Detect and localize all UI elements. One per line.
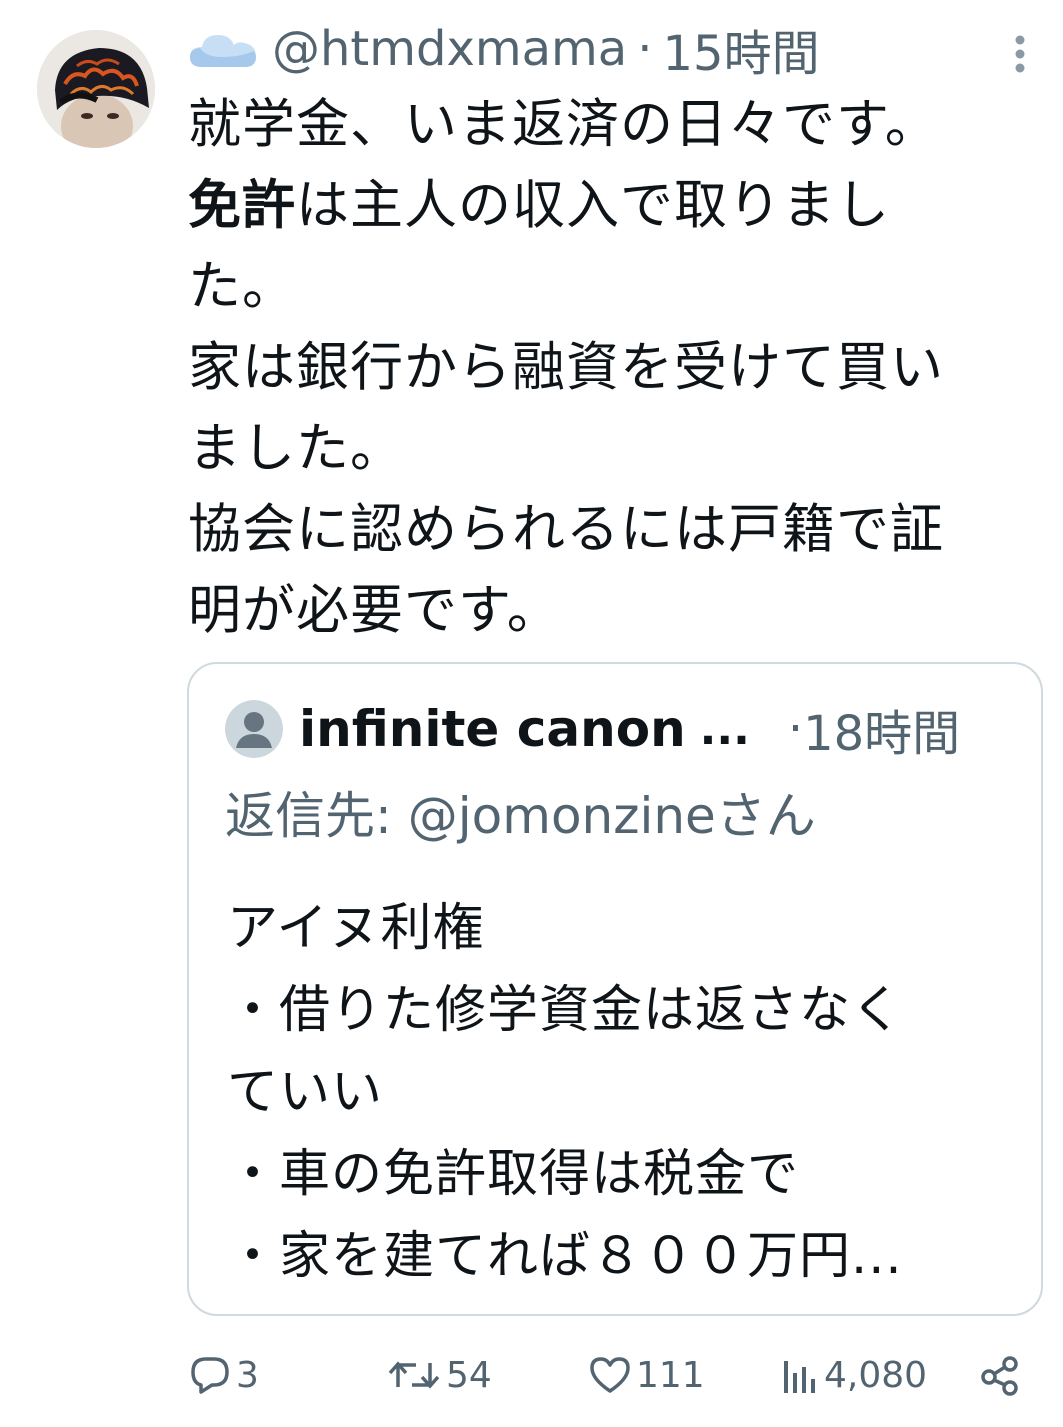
tweet-line: ました。 xyxy=(188,418,404,479)
author-avatar[interactable] xyxy=(37,30,155,148)
bold-text: 免許 xyxy=(188,175,296,236)
share-icon xyxy=(981,1356,1018,1396)
tweet-line: 家は銀行から融資を受けて買い xyxy=(188,337,944,398)
reply-prefix: 返信先: xyxy=(225,787,408,845)
tweet-line: た。 xyxy=(188,256,296,317)
quoted-timestamp: 18時間 xyxy=(803,706,961,762)
quoted-line: アイヌ利権 xyxy=(227,899,485,958)
name-truncation: ... xyxy=(699,703,750,755)
views-count: 4,080 xyxy=(824,1354,928,1396)
tweet-line-rest: は主人の収入で取りまし xyxy=(296,175,890,236)
retweet-count: 54 xyxy=(446,1354,492,1396)
header-separator: · xyxy=(637,21,653,77)
tweet-action-bar: 3 54 111 4,080 xyxy=(188,1345,1028,1405)
reply-to-line: 返信先: @jomonzineさん xyxy=(225,776,816,848)
retweet-icon xyxy=(388,1361,440,1389)
views-button[interactable]: 4,080 xyxy=(780,1345,927,1405)
quoted-line: ・借りた修学資金は返さなく xyxy=(227,981,904,1040)
quoted-separator: · xyxy=(787,701,804,757)
tweet-text: 就学金、いま返済の日々です。 免許は主人の収入で取りまし た。 家は銀行から融資… xyxy=(188,84,1048,651)
retweet-button[interactable]: 54 xyxy=(386,1345,492,1405)
quoted-tweet-header: infinite canon ... · 18時間 xyxy=(225,694,960,764)
cloud-icon xyxy=(188,27,258,71)
like-button[interactable]: 111 xyxy=(588,1345,705,1405)
quoted-line: ・家を建てれば８００万円... xyxy=(227,1227,903,1286)
reply-count: 3 xyxy=(236,1354,259,1396)
more-options-icon[interactable] xyxy=(1005,32,1035,76)
tweet-timestamp[interactable]: 15時間 xyxy=(662,14,819,84)
quoted-tweet-card[interactable]: infinite canon ... · 18時間 返信先: @jomonzin… xyxy=(187,662,1043,1316)
reply-icon xyxy=(191,1357,229,1394)
tweet-header: @htmdxmama · 15時間 xyxy=(188,18,820,82)
reply-handle: @jomonzine xyxy=(407,787,716,845)
default-avatar-icon xyxy=(225,700,283,758)
reply-suffix: さん xyxy=(715,787,816,845)
tweet-line: 協会に認められるには戸籍で証 xyxy=(188,499,944,560)
quoted-line: ・車の免許取得は税金で xyxy=(227,1145,800,1204)
share-button[interactable] xyxy=(978,1345,1022,1405)
tweet-line: 免許は主人の収入で取りまし xyxy=(188,165,1048,246)
tweet-line: 就学金、いま返済の日々です。 xyxy=(188,94,939,155)
like-count: 111 xyxy=(636,1354,705,1396)
heart-icon xyxy=(590,1357,630,1393)
quoted-tweet-text: アイヌ利権 ・借りた修学資金は返さなく ていい ・車の免許取得は税金で ・家を建… xyxy=(227,888,1017,1298)
author-handle[interactable]: @htmdxmama xyxy=(272,21,627,77)
avatar-image xyxy=(37,30,155,148)
quoted-line: ていい xyxy=(227,1063,384,1122)
views-icon xyxy=(784,1361,815,1393)
tweet-line: 明が必要です。 xyxy=(188,580,561,641)
reply-button[interactable]: 3 xyxy=(188,1345,259,1405)
quoted-author-name[interactable]: infinite canon xyxy=(299,700,686,758)
